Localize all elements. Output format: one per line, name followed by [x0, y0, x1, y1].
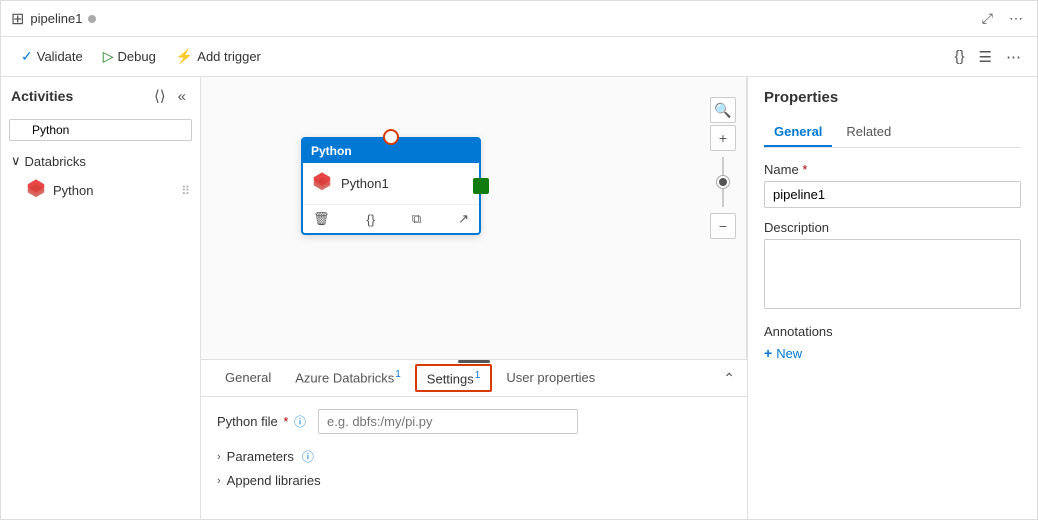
- tab-settings[interactable]: Settings1: [415, 364, 493, 392]
- drag-handle: ⠿: [181, 184, 190, 198]
- title-bar: ⊞ pipeline1 ⤢ ⋯: [1, 1, 1037, 37]
- sidebar-section-header[interactable]: ∨ Databricks: [1, 149, 200, 173]
- zoom-in-button[interactable]: +: [710, 125, 736, 151]
- toolbar-more-button[interactable]: ⋯: [1002, 46, 1025, 68]
- app-icon: ⊞: [11, 9, 24, 29]
- tab-user-properties[interactable]: User properties: [494, 362, 607, 395]
- collapse-panel-button[interactable]: ⌃: [723, 370, 735, 387]
- drag-bar: [458, 360, 490, 363]
- tab-azure-databricks[interactable]: Azure Databricks1: [283, 361, 413, 395]
- sidebar-title: Activities: [11, 88, 73, 104]
- template-button[interactable]: ☰: [975, 46, 996, 68]
- sidebar-header-actions: ⟨⟩ «: [150, 85, 190, 107]
- unsaved-dot: [88, 15, 96, 23]
- name-required: *: [802, 162, 807, 177]
- parameters-chevron: ›: [217, 451, 221, 463]
- annotations-label: Annotations: [764, 324, 1021, 339]
- name-input[interactable]: [764, 181, 1021, 208]
- zoom-slider[interactable]: [722, 157, 724, 207]
- sidebar-item-python[interactable]: Python ⠿: [1, 173, 200, 208]
- search-input[interactable]: [9, 119, 192, 141]
- activity-node: Python Python1: [301, 137, 481, 235]
- node-databricks-icon: [311, 171, 333, 196]
- properties-title: Properties: [764, 89, 1021, 106]
- required-star: *: [283, 414, 288, 429]
- description-textarea[interactable]: [764, 239, 1021, 309]
- name-field: Name *: [764, 162, 1021, 208]
- python-file-input[interactable]: [318, 409, 578, 434]
- description-field: Description: [764, 220, 1021, 312]
- canvas-controls: 🔍 + −: [710, 97, 736, 239]
- add-trigger-button[interactable]: ⚡ Add trigger: [168, 44, 269, 69]
- node-connector-top[interactable]: [383, 129, 399, 145]
- bottom-panel: General Azure Databricks1 Settings1 User…: [201, 359, 747, 519]
- code-node-button[interactable]: {}: [364, 210, 377, 229]
- parameters-row[interactable]: › Parameters ⓘ: [217, 444, 731, 469]
- properties-panel: Properties General Related Name * Descri…: [747, 77, 1037, 519]
- chevron-down-icon: ∨: [11, 153, 21, 169]
- canvas-main: Python Python1: [201, 77, 746, 359]
- new-annotation-button[interactable]: + New: [764, 345, 802, 361]
- debug-icon: ▷: [103, 48, 114, 65]
- props-tab-related[interactable]: Related: [836, 118, 901, 147]
- python-file-label: Python file * ⓘ: [217, 413, 306, 430]
- sidebar-header: Activities ⟨⟩ «: [1, 77, 200, 115]
- azure-databricks-badge: 1: [395, 369, 401, 380]
- toolbar: ✓ Validate ▷ Debug ⚡ Add trigger {} ☰ ⋯: [1, 37, 1037, 77]
- append-libraries-row[interactable]: › Append libraries: [217, 469, 731, 492]
- sidebar-search: [1, 115, 200, 145]
- title-bar-actions: ⤢ ⋯: [978, 8, 1027, 29]
- parameters-info-icon[interactable]: ⓘ: [302, 448, 314, 465]
- python-activity-label: Python: [53, 183, 93, 198]
- section-label: Databricks: [25, 154, 86, 169]
- expand-button[interactable]: ⤢: [978, 8, 997, 29]
- zoom-out-button[interactable]: −: [710, 213, 736, 239]
- main-layout: Activities ⟨⟩ « ∨ Databricks: [1, 77, 1037, 519]
- bottom-panel-content: Python file * ⓘ › Parameters ⓘ › Append …: [201, 397, 747, 504]
- validate-icon: ✓: [21, 48, 33, 65]
- node-footer: 🗑 {} ⧉ ↗: [303, 204, 479, 233]
- annotations-field: Annotations + New: [764, 324, 1021, 361]
- databricks-icon: [25, 178, 47, 203]
- node-name: Python1: [341, 176, 389, 191]
- copy-node-button[interactable]: ⧉: [410, 209, 423, 229]
- plus-icon: +: [764, 345, 772, 361]
- sidebar-narrow-button[interactable]: «: [174, 85, 190, 107]
- sidebar: Activities ⟨⟩ « ∨ Databricks: [1, 77, 201, 519]
- tab-general[interactable]: General: [213, 362, 283, 395]
- node-body: Python1: [303, 163, 479, 204]
- connect-node-button[interactable]: ↗: [456, 209, 471, 229]
- trigger-icon: ⚡: [176, 48, 193, 65]
- python-file-row: Python file * ⓘ: [217, 409, 731, 434]
- description-label: Description: [764, 220, 1021, 235]
- more-options-button[interactable]: ⋯: [1005, 8, 1027, 29]
- toolbar-right: {} ☰ ⋯: [951, 46, 1025, 68]
- delete-node-button[interactable]: 🗑: [311, 209, 332, 229]
- pipeline-name: pipeline1: [30, 11, 82, 26]
- validate-button[interactable]: ✓ Validate: [13, 44, 91, 69]
- node-connector-right[interactable]: [473, 178, 489, 194]
- sidebar-databricks-section: ∨ Databricks Python ⠿: [1, 145, 200, 212]
- bottom-panel-tabs: General Azure Databricks1 Settings1 User…: [201, 360, 747, 397]
- code-button[interactable]: {}: [951, 46, 969, 67]
- zoom-search-button[interactable]: 🔍: [710, 97, 736, 123]
- props-tab-general[interactable]: General: [764, 118, 832, 147]
- debug-button[interactable]: ▷ Debug: [95, 44, 164, 69]
- sidebar-collapse-button[interactable]: ⟨⟩: [150, 85, 170, 107]
- info-icon[interactable]: ⓘ: [294, 415, 306, 429]
- properties-tabs: General Related: [764, 118, 1021, 148]
- append-chevron: ›: [217, 475, 221, 487]
- canvas-area[interactable]: Python Python1: [201, 77, 747, 359]
- settings-badge: 1: [475, 370, 481, 381]
- name-label: Name *: [764, 162, 1021, 177]
